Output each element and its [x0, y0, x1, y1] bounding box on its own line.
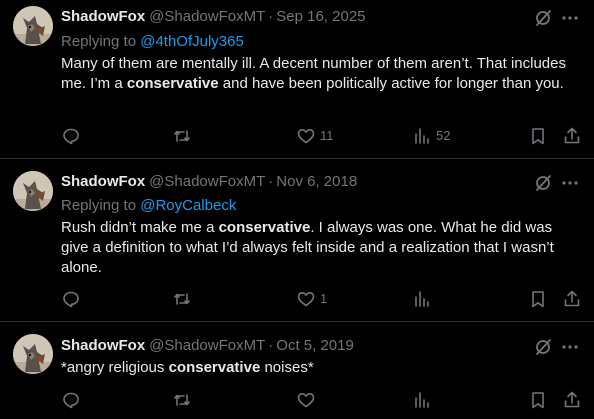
tweet[interactable]: ShadowFox @ShadowFoxMT · Oct 5, 2019 *angry…: [0, 322, 594, 419]
tweet-text-part: noises*: [260, 359, 314, 376]
tweet-header: ShadowFox @ShadowFoxMT · Sep 16, 2025: [61, 7, 366, 27]
share-icon: [564, 127, 580, 144]
share-icon: [564, 391, 580, 408]
like-count: 11: [320, 128, 334, 143]
repost-button[interactable]: [172, 289, 196, 309]
action-bar: [61, 390, 586, 410]
tweet[interactable]: ShadowFox @ShadowFoxMT · Sep 16, 2025 Reply…: [0, 0, 594, 159]
tweet-text-part: *angry religious: [61, 359, 169, 376]
bookmark-icon: [532, 291, 544, 308]
repost-button[interactable]: [172, 390, 196, 410]
share-button[interactable]: [562, 289, 582, 309]
tweet-text: Many of them are mentally ill. A decent …: [61, 54, 581, 94]
tweet-date[interactable]: Sep 16, 2025: [276, 8, 365, 25]
separator-dot: ·: [268, 173, 274, 190]
user-handle[interactable]: @ShadowFoxMT: [149, 337, 265, 354]
display-name[interactable]: ShadowFox: [61, 173, 145, 190]
like-icon: [297, 129, 315, 144]
share-button[interactable]: [562, 390, 582, 410]
share-button[interactable]: [562, 126, 582, 146]
reply-icon: [63, 291, 79, 308]
tweet-text-part: and have been politically active for lon…: [218, 75, 564, 92]
bookmark-button[interactable]: [528, 390, 548, 410]
grok-icon[interactable]: [533, 173, 553, 193]
repost-icon: [174, 130, 190, 142]
grok-icon[interactable]: [533, 337, 553, 357]
tweet-text: Rush didn’t make me a conservative. I al…: [61, 218, 581, 278]
highlighted-term: conservative: [218, 219, 311, 236]
replying-mention-link[interactable]: @RoyCalbeck: [140, 197, 236, 214]
highlighted-term: conservative: [126, 75, 219, 92]
separator-dot: ·: [268, 8, 274, 25]
like-button[interactable]: 11: [296, 126, 334, 146]
like-count: 1: [320, 291, 328, 306]
tweet-text-part: Rush didn’t make me a: [61, 219, 219, 236]
tweet-header: ShadowFox @ShadowFoxMT · Oct 5, 2019: [61, 336, 354, 356]
repost-button[interactable]: [172, 126, 196, 146]
more-icon[interactable]: [560, 337, 580, 357]
like-button[interactable]: [296, 390, 320, 410]
views-button[interactable]: [412, 390, 436, 410]
display-name[interactable]: ShadowFox: [61, 8, 145, 25]
display-name[interactable]: ShadowFox: [61, 337, 145, 354]
views-icon: [415, 291, 429, 307]
tweet-date[interactable]: Nov 6, 2018: [276, 173, 357, 190]
views-icon: [415, 392, 429, 408]
reply-icon: [63, 392, 79, 409]
avatar[interactable]: [13, 334, 53, 374]
bookmark-button[interactable]: [528, 126, 548, 146]
bookmark-icon: [532, 392, 544, 409]
more-icon[interactable]: [560, 173, 580, 193]
bookmark-button[interactable]: [528, 289, 548, 309]
like-icon: [297, 393, 315, 408]
share-icon: [564, 290, 580, 307]
tweet-feed: ShadowFox @ShadowFoxMT · Sep 16, 2025 Reply…: [0, 0, 594, 419]
tweet-date[interactable]: Oct 5, 2019: [276, 337, 354, 354]
bookmark-icon: [532, 128, 544, 145]
separator-dot: ·: [268, 337, 274, 354]
reply-button[interactable]: [61, 390, 85, 410]
views-count: 52: [436, 128, 451, 143]
replying-to: Replying to @RoyCalbeck: [61, 196, 236, 216]
tweet-text: *angry religious conservative noises*: [61, 358, 581, 378]
user-handle[interactable]: @ShadowFoxMT: [149, 173, 265, 190]
replying-mention-link[interactable]: @4thOfJuly365: [140, 33, 244, 50]
like-icon: [297, 292, 315, 307]
repost-icon: [174, 293, 190, 305]
action-bar: 11 52: [61, 126, 586, 146]
grok-icon[interactable]: [533, 8, 553, 28]
reply-button[interactable]: [61, 126, 85, 146]
avatar[interactable]: [13, 171, 53, 211]
tweet-header: ShadowFox @ShadowFoxMT · Nov 6, 2018: [61, 172, 357, 192]
replying-to: Replying to @4thOfJuly365: [61, 32, 244, 52]
replying-prefix: Replying to: [61, 33, 137, 50]
like-button[interactable]: 1: [296, 289, 327, 309]
tweet[interactable]: ShadowFox @ShadowFoxMT · Nov 6, 2018 Replyi…: [0, 159, 594, 322]
views-button[interactable]: [412, 289, 436, 309]
views-button[interactable]: 52: [412, 126, 450, 146]
highlighted-term: conservative: [168, 359, 261, 376]
views-icon: [415, 128, 429, 144]
repost-icon: [174, 394, 190, 406]
replying-prefix: Replying to: [61, 197, 137, 214]
action-bar: 1: [61, 289, 586, 309]
reply-button[interactable]: [61, 289, 85, 309]
reply-icon: [63, 128, 79, 145]
user-handle[interactable]: @ShadowFoxMT: [149, 8, 265, 25]
more-icon[interactable]: [560, 8, 580, 28]
avatar[interactable]: [13, 6, 53, 46]
